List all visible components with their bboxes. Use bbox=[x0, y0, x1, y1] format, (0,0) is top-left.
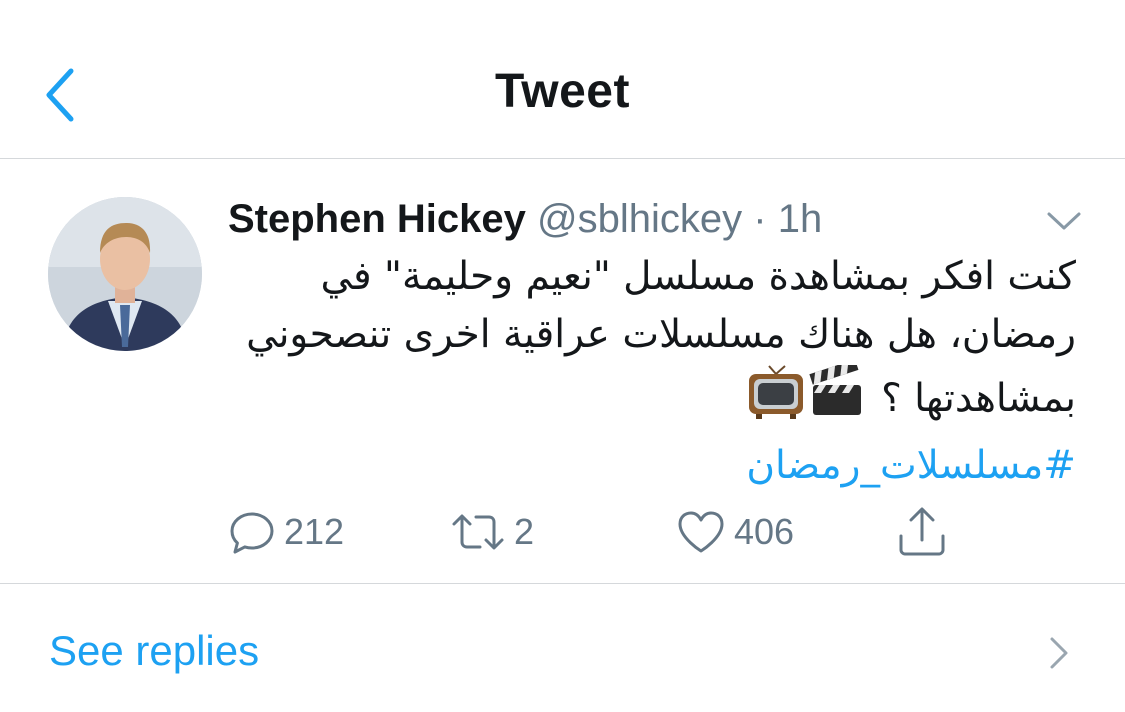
tweet-text-content: كنت افكر بمشاهدة مسلسل "نعيم وحليمة" في … bbox=[246, 254, 1076, 421]
tweet-body: كنت افكر بمشاهدة مسلسل "نعيم وحليمة" في … bbox=[228, 248, 1076, 495]
reply-count: 212 bbox=[284, 511, 345, 552]
see-replies-link[interactable]: See replies bbox=[49, 627, 259, 675]
tweet-card[interactable]: Stephen Hickey @sblhickey · 1h كنت افكر … bbox=[0, 160, 1125, 584]
heart-icon bbox=[678, 511, 724, 553]
see-replies-row[interactable]: See replies bbox=[0, 585, 1125, 712]
reply-button[interactable]: 212 bbox=[228, 502, 344, 562]
chevron-down-icon bbox=[1047, 212, 1081, 230]
author-name[interactable]: Stephen Hickey bbox=[228, 197, 526, 241]
navigation-header: Tweet bbox=[0, 0, 1125, 159]
share-button[interactable] bbox=[896, 502, 948, 562]
hashtag-link[interactable]: #مسلسلات_رمضان bbox=[228, 437, 1076, 495]
reply-icon bbox=[230, 512, 274, 554]
avatar-photo bbox=[48, 197, 202, 351]
tweet-text: كنت افكر بمشاهدة مسلسل "نعيم وحليمة" في … bbox=[228, 248, 1076, 437]
retweet-button[interactable]: 2 bbox=[450, 502, 534, 562]
tweet-meta: Stephen Hickey @sblhickey · 1h bbox=[228, 196, 822, 242]
television-icon bbox=[747, 364, 805, 437]
chevron-right-icon bbox=[1044, 633, 1074, 673]
author-handle[interactable]: @sblhickey bbox=[537, 197, 742, 241]
page-title: Tweet bbox=[495, 65, 630, 118]
share-icon bbox=[899, 507, 945, 556]
avatar[interactable] bbox=[48, 197, 202, 351]
meta-separator: · bbox=[753, 197, 767, 241]
like-button[interactable]: 406 bbox=[676, 502, 794, 562]
clapperboard-icon bbox=[809, 359, 865, 436]
retweet-icon bbox=[452, 514, 504, 550]
like-count: 406 bbox=[734, 511, 795, 552]
tweet-actions: 212 2 406 bbox=[228, 502, 968, 562]
tweet-menu-button[interactable] bbox=[1042, 206, 1086, 236]
retweet-count: 2 bbox=[514, 511, 535, 552]
timestamp: 1h bbox=[777, 197, 823, 241]
